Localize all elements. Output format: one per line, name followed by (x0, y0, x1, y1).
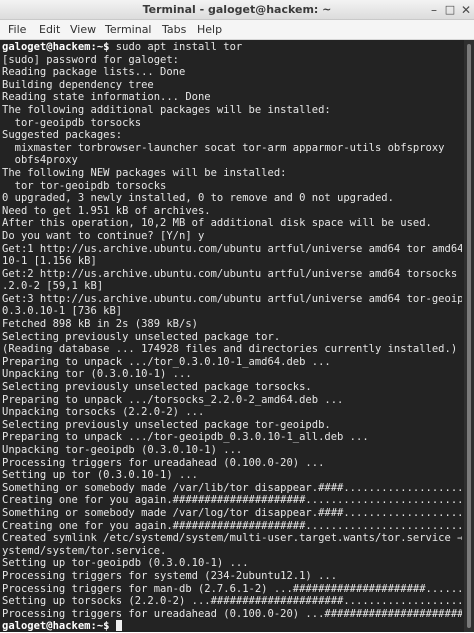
prompt-path: :~$ (90, 620, 110, 633)
output-line: Get:1 http://us.archive.ubuntu.com/ubunt… (2, 242, 462, 255)
output-line: Processing triggers for ureadahead (0.10… (2, 456, 325, 469)
output-line: ystemd/system/tor.service. (2, 544, 167, 557)
output-line: Selecting previously unselected package … (2, 381, 312, 394)
maximize-icon[interactable]: □ (442, 2, 458, 18)
window-title: Terminal - galoget@hackem: ~ (142, 3, 332, 16)
output-line: Selecting previously unselected package … (2, 330, 281, 343)
output-line: After this operation, 10,2 MB of additio… (2, 217, 432, 230)
output-line: Setting up tor (0.3.0.10-1) ... (2, 469, 198, 482)
output-line: Creating one for you again.#############… (2, 494, 462, 507)
output-line: Do you want to continue? [Y/n] y (2, 229, 205, 242)
prompt-path: :~$ (90, 41, 110, 53)
output-line: obfs4proxy (2, 154, 78, 167)
output-line: Processing triggers for man-db (2.7.6.1-… (2, 582, 462, 595)
prompt-line: galoget@hackem:~$ (2, 620, 462, 633)
output-line: 0.3.0.10-1 [736 kB] (2, 305, 123, 318)
output-line: Creating one for you again.#############… (2, 519, 462, 532)
menu-view[interactable]: View (70, 20, 96, 40)
output-line: Reading package lists... Done (2, 66, 186, 79)
close-icon[interactable]: ✕ (458, 2, 474, 18)
output-line: The following NEW packages will be insta… (2, 166, 287, 179)
menu-tabs[interactable]: Tabs (162, 20, 186, 40)
prompt-user: galoget@hackem (2, 41, 91, 53)
output-line: Get:3 http://us.archive.ubuntu.com/ubunt… (2, 292, 462, 305)
output-line: The following additional packages will b… (2, 103, 331, 116)
output-line: Created symlink /etc/systemd/system/mult… (2, 532, 462, 545)
command-line: galoget@hackem:~$ sudo apt install tor (2, 41, 462, 54)
output-line: Preparing to unpack .../tor_0.3.0.10-1_a… (2, 355, 331, 368)
output-line: Selecting previously unselected package … (2, 418, 331, 431)
output-line: [sudo] password for galoget: (2, 53, 180, 66)
output-line: Setting up tor-geoipdb (0.3.0.10-1) ... (2, 557, 249, 570)
output-line: tor-geoipdb torsocks (2, 116, 142, 129)
output-line: (Reading database ... 174928 files and d… (2, 343, 458, 356)
output-line: Processing triggers for ureadahead (0.10… (2, 607, 462, 620)
output-line: Suggested packages: (2, 129, 123, 142)
output-line: Preparing to unpack .../tor-geoipdb_0.3.… (2, 431, 369, 444)
output-line: tor tor-geoipdb torsocks (2, 179, 167, 192)
output-line: Get:2 http://us.archive.ubuntu.com/ubunt… (2, 267, 462, 280)
output-line: Building dependency tree (2, 78, 154, 91)
prompt-user: galoget@hackem (2, 620, 91, 633)
output-line: Need to get 1.951 kB of archives. (2, 204, 211, 217)
scrollbar-thumb[interactable] (467, 44, 471, 628)
title-bar[interactable]: Terminal - galoget@hackem: ~ – □ ✕ (0, 0, 474, 20)
menu-file[interactable]: File (8, 20, 26, 40)
output-line: .2.0-2 [59,1 kB] (2, 280, 104, 293)
output-line: mixmaster torbrowser-launcher socat tor-… (2, 141, 445, 154)
minimize-icon[interactable]: – (426, 2, 442, 18)
output-line: Reading state information... Done (2, 91, 211, 104)
command-text: sudo apt install tor (109, 41, 243, 53)
terminal-lines: galoget@hackem:~$ sudo apt install tor [… (2, 41, 462, 633)
output-line: Something or somebody made /var/lib/tor … (2, 481, 462, 494)
terminal-output-area[interactable]: galoget@hackem:~$ sudo apt install tor [… (0, 40, 474, 632)
output-line: 10-1 [1.156 kB] (2, 255, 97, 268)
output-line: Processing triggers for systemd (234-2ub… (2, 569, 338, 582)
menu-bar: File Edit View Terminal Tabs Help (0, 20, 474, 40)
menu-edit[interactable]: Edit (39, 20, 60, 40)
output-line: Something or somebody made /var/log/tor … (2, 506, 462, 519)
text-cursor (115, 620, 122, 632)
output-line: Preparing to unpack .../torsocks_2.2.0-2… (2, 393, 344, 406)
output-line: Unpacking torsocks (2.2.0-2) ... (2, 406, 205, 419)
output-line: Fetched 898 kB in 2s (389 kB/s) (2, 318, 198, 331)
output-line: 0 upgraded, 3 newly installed, 0 to remo… (2, 192, 394, 205)
menu-help[interactable]: Help (197, 20, 222, 40)
terminal-window: Terminal - galoget@hackem: ~ – □ ✕ File … (0, 0, 474, 632)
output-line: Setting up torsocks (2.2.0-2) ...#######… (2, 595, 462, 608)
menu-terminal[interactable]: Terminal (105, 20, 152, 40)
output-line: Unpacking tor-geoipdb (0.3.0.10-1) ... (2, 444, 243, 456)
output-line: Unpacking tor (0.3.0.10-1) ... (2, 368, 192, 381)
